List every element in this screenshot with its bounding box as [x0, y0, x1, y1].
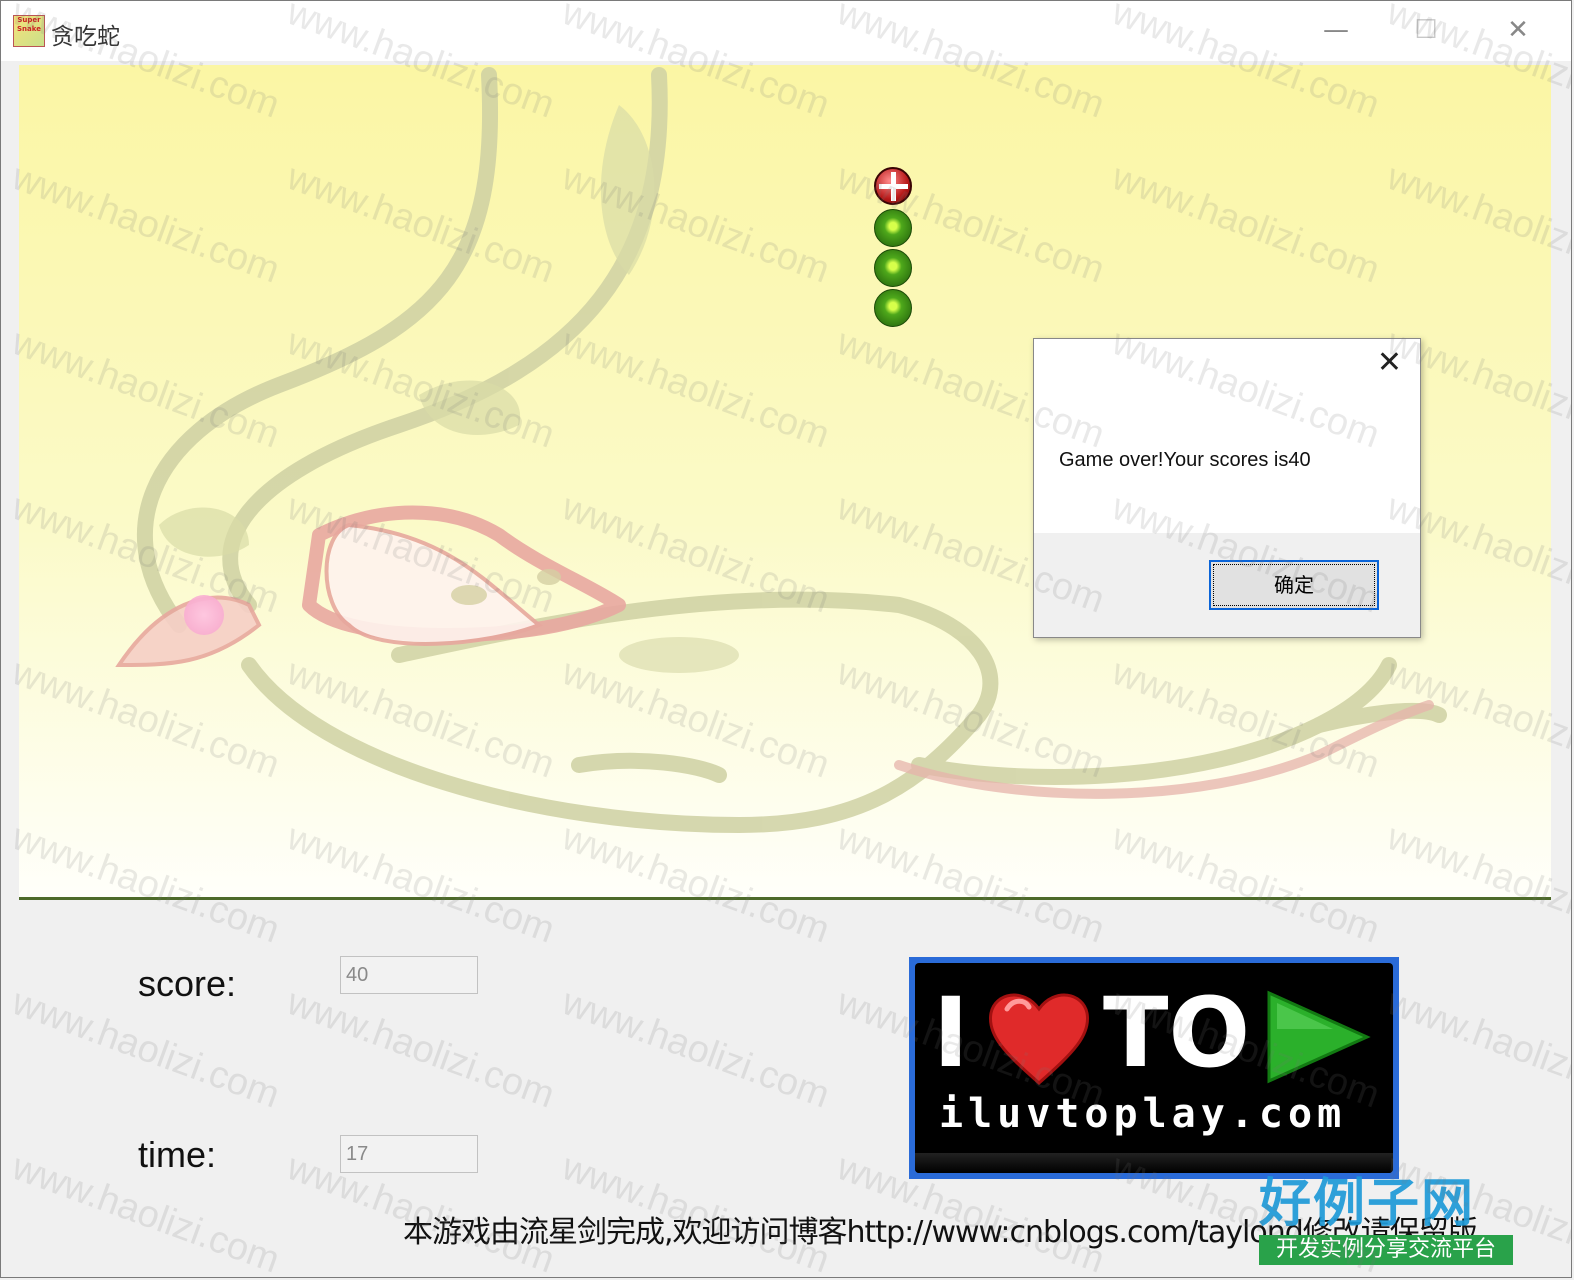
snake-body-segment — [874, 289, 912, 327]
minimize-button[interactable]: — — [1291, 1, 1381, 61]
heart-icon — [988, 993, 1090, 1086]
dialog-message: Game over!Your scores is40 — [1059, 449, 1311, 471]
brand-title: 好例子网 — [1259, 1173, 1476, 1234]
score-field[interactable]: 40 — [340, 956, 478, 994]
iluvtoplay-logo[interactable]: I TO iluvtoplay.com — [909, 957, 1399, 1179]
logo-letter: I — [933, 977, 969, 1089]
window-title: 贪吃蛇 — [51, 24, 120, 50]
time-field[interactable]: 17 — [340, 1135, 478, 1173]
logo-url: iluvtoplay.com — [939, 1091, 1347, 1137]
food-dot — [184, 595, 224, 635]
maximize-button[interactable]: ☐ — [1381, 1, 1471, 61]
haolizi-brand: 好例子网 开发实例分享交流平台 — [1259, 1161, 1519, 1269]
snake-body-segment — [874, 209, 912, 247]
logo-word: TO — [1103, 977, 1251, 1089]
game-window: Super Snake 贪吃蛇 — ☐ ✕ ✕ Game over!Your s… — [0, 0, 1572, 1278]
dialog-close-icon[interactable]: ✕ — [1377, 345, 1402, 381]
watermark-text: www.haolizi.com — [556, 981, 835, 1117]
time-label: time: — [138, 1134, 217, 1175]
play-icon — [1267, 990, 1371, 1084]
close-button[interactable]: ✕ — [1473, 1, 1563, 61]
watermark-text: www.haolizi.com — [1381, 981, 1572, 1117]
title-bar[interactable]: Super Snake 贪吃蛇 — ☐ ✕ — [1, 1, 1571, 61]
game-over-dialog: ✕ Game over!Your scores is40 确定 — [1033, 338, 1421, 638]
snake-head — [874, 167, 912, 205]
score-label: score: — [138, 963, 237, 1004]
snake-game-icon: Super Snake — [13, 15, 45, 47]
dialog-footer: 确定 — [1034, 533, 1420, 637]
watermark-text: www.haolizi.com — [281, 981, 560, 1117]
brand-subtitle: 开发实例分享交流平台 — [1259, 1235, 1513, 1265]
snake-body-segment — [874, 249, 912, 287]
ok-button[interactable]: 确定 — [1209, 560, 1379, 610]
